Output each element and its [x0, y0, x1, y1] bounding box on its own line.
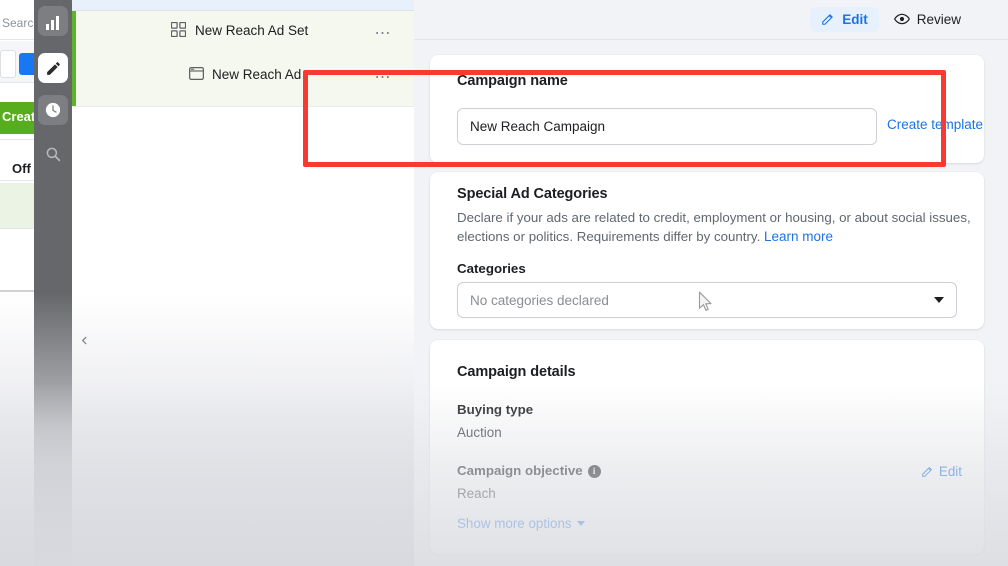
- campaign-name-input[interactable]: New Reach Campaign: [457, 108, 877, 145]
- eye-icon: [893, 13, 910, 25]
- campaign-objective-label: Campaign objective i: [457, 463, 601, 478]
- screen-root: Searc Creat Off New Reach Ad Set ⋯ New R…: [0, 0, 1008, 566]
- rail-item-search[interactable]: [38, 139, 68, 169]
- campaign-name-title: Campaign name: [457, 73, 568, 89]
- list-divider: [72, 106, 414, 107]
- pencil-icon: [922, 467, 932, 477]
- tab-review[interactable]: Review: [883, 6, 972, 32]
- content-header: Edit Review: [414, 0, 1008, 40]
- search-icon: [46, 147, 61, 162]
- caret-down-icon: [576, 521, 585, 526]
- learn-more-link[interactable]: Learn more: [764, 229, 833, 244]
- background-app-strip: Searc Creat Off: [0, 0, 36, 566]
- view-mode-tabs: Edit Review: [810, 6, 972, 32]
- tab-edit-label: Edit: [842, 11, 868, 27]
- categories-select[interactable]: No categories declared: [457, 282, 957, 318]
- list-item-ad-set-label: New Reach Ad Set: [195, 23, 309, 38]
- special-ad-categories-description: Declare if your ads are related to credi…: [457, 208, 973, 246]
- rail-item-history[interactable]: [38, 95, 68, 125]
- list-item-ad-label: New Reach Ad: [212, 67, 302, 82]
- campaign-content-panel: Edit Review Campaign name New Reach Camp…: [414, 0, 1008, 566]
- background-create-button[interactable]: Creat: [0, 102, 36, 134]
- campaign-objective-label-text: Campaign objective: [457, 463, 583, 478]
- tab-review-label: Review: [916, 11, 961, 27]
- chevron-left-icon: [81, 336, 87, 344]
- icon-rail: [34, 0, 95, 566]
- campaign-name-input-value: New Reach Campaign: [470, 119, 606, 134]
- buying-type-value: Auction: [457, 425, 502, 440]
- background-create-button-label: Creat: [2, 109, 36, 124]
- background-input-box[interactable]: [0, 50, 16, 78]
- campaign-details-card: Campaign details Buying type Auction Cam…: [430, 340, 984, 554]
- ad-window-icon: [189, 66, 204, 81]
- info-icon[interactable]: i: [587, 464, 601, 478]
- list-active-indicator: [72, 11, 76, 106]
- list-item-ad-set[interactable]: New Reach Ad Set ⋯: [72, 9, 414, 53]
- special-ad-categories-card: Special Ad Categories Declare if your ad…: [430, 172, 984, 329]
- show-more-options-label: Show more options: [457, 516, 572, 531]
- list-item-ad-set-menu[interactable]: ⋯: [375, 26, 393, 42]
- campaign-objective-edit-button[interactable]: Edit: [921, 464, 962, 479]
- categories-select-value: No categories declared: [470, 292, 609, 308]
- special-ad-categories-title: Special Ad Categories: [457, 186, 608, 202]
- campaign-objective-edit-label: Edit: [938, 464, 962, 479]
- pencil-icon: [822, 14, 834, 25]
- background-table-row[interactable]: [0, 229, 36, 292]
- background-table-area: [0, 294, 36, 566]
- campaign-objective-value: Reach: [457, 486, 496, 501]
- rail-item-edit[interactable]: [38, 53, 68, 83]
- background-column-header-off: Off: [12, 161, 31, 176]
- campaign-details-title: Campaign details: [457, 364, 576, 380]
- entity-list-panel: New Reach Ad Set ⋯ New Reach Ad ⋯: [72, 0, 414, 566]
- list-item-ad[interactable]: New Reach Ad ⋯: [72, 53, 414, 97]
- create-template-link[interactable]: Create template: [887, 117, 983, 132]
- rail-collapse-button[interactable]: [73, 329, 95, 351]
- pencil-icon: [46, 61, 60, 75]
- campaign-name-card: Campaign name New Reach Campaign Create …: [430, 55, 984, 163]
- background-search-placeholder: Searc: [2, 16, 34, 30]
- special-ad-categories-description-text: Declare if your ads are related to credi…: [457, 210, 971, 244]
- show-more-options-button[interactable]: Show more options: [457, 516, 585, 531]
- chevron-down-icon: [934, 297, 944, 303]
- rail-item-charts[interactable]: [38, 6, 68, 36]
- grid-squares-icon: [171, 22, 186, 37]
- background-table-row-selected[interactable]: [0, 183, 36, 399]
- bar-chart-icon: [45, 12, 61, 30]
- tab-edit[interactable]: Edit: [810, 6, 879, 32]
- list-item-ad-menu[interactable]: ⋯: [375, 70, 393, 86]
- categories-label: Categories: [457, 261, 526, 276]
- clock-icon: [45, 102, 61, 118]
- buying-type-label: Buying type: [457, 402, 534, 417]
